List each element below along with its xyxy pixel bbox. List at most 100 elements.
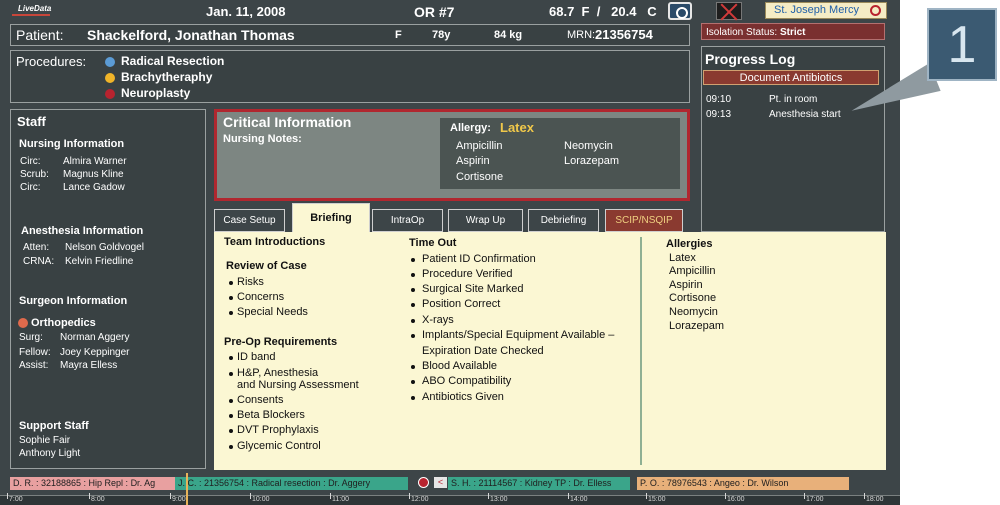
nursing-notes-label: Nursing Notes: — [223, 133, 302, 145]
bullet-icon — [229, 311, 233, 315]
staff-role: Circ: — [20, 182, 41, 193]
patient-bar: Patient: Shackelford, Jonathan Thomas F … — [10, 24, 690, 46]
isolation-value: Strict — [779, 27, 806, 38]
allergy-list-item: Ampicillin — [669, 265, 716, 277]
bullet-icon — [229, 356, 233, 360]
room-temperature: 68.7 F / 20.4 C — [549, 4, 657, 19]
mrn-label: MRN: — [567, 29, 596, 41]
staff-name: Nelson Goldvogel — [65, 242, 144, 253]
preop-item: H&P, Anesthesia — [237, 367, 319, 379]
support-title: Support Staff — [19, 420, 89, 432]
procedure-1-dot-icon — [105, 57, 115, 67]
case-bar[interactable]: S. H. : 21114567 : Kidney TP : Dr. Elles… — [448, 477, 630, 490]
isolation-status: Isolation Status: Strict — [701, 23, 885, 40]
allergy-list-item: Cortisone — [669, 292, 717, 304]
staff-role: Scrub: — [20, 169, 49, 180]
procedure-2-dot-icon — [105, 73, 115, 83]
no-alerts-icon[interactable] — [716, 2, 742, 20]
patient-label: Patient: — [16, 27, 64, 43]
isolation-label: Isolation Status: — [706, 27, 778, 38]
bullet-icon — [411, 288, 415, 292]
allergy-list-item: Latex — [669, 252, 696, 264]
allergy-item: Lorazepam — [564, 155, 620, 167]
timeout-item: Implants/Special Equipment Available – — [422, 329, 615, 341]
time-tick: 10:00 — [250, 493, 270, 503]
allergy-box: Allergy: Latex Ampicillin Neomycin Aspir… — [440, 118, 680, 189]
critical-title: Critical Information — [223, 114, 352, 130]
tab-briefing[interactable]: Briefing — [292, 203, 370, 232]
bullet-icon — [411, 334, 415, 338]
allergy-item: Cortisone — [456, 171, 504, 183]
bullet-icon — [229, 399, 233, 403]
timeout-item: Blood Available — [422, 360, 498, 372]
case-bar[interactable]: P. O. : 78976543 : Angeo : Dr. Wilson — [637, 477, 849, 490]
preop-item: ID band — [237, 351, 276, 363]
tab-intraop[interactable]: IntraOp — [372, 209, 443, 232]
tab-debriefing[interactable]: Debriefing — [528, 209, 599, 232]
timeout-item: ABO Compatibility — [422, 375, 512, 387]
allergies-title: Allergies — [666, 238, 713, 250]
bullet-icon — [411, 303, 415, 307]
time-tick: 14:00 — [568, 493, 588, 503]
progress-log-title: Progress Log — [705, 51, 796, 67]
allergy-item: Aspirin — [456, 155, 490, 167]
review-title: Review of Case — [226, 260, 307, 272]
timeout-title: Time Out — [409, 237, 457, 249]
bullet-icon — [229, 445, 233, 449]
staff-name: Magnus Kline — [63, 169, 124, 180]
tab-wrap-up[interactable]: Wrap Up — [448, 209, 523, 232]
timeout-item: Procedure Verified — [422, 268, 513, 280]
bullet-icon — [411, 365, 415, 369]
patient-name: Shackelford, Jonathan Thomas — [87, 27, 295, 43]
procedures-panel: Procedures: Radical Resection Brachyther… — [10, 50, 690, 103]
review-item: Concerns — [237, 291, 285, 303]
or-dashboard: LiveData Jan. 11, 2008 OR #7 68.7 F / 20… — [0, 0, 900, 505]
surgeon-specialty: Orthopedics — [31, 317, 96, 329]
logo-underline — [12, 14, 50, 16]
staff-title: Staff — [17, 114, 46, 129]
time-tick: 18:00 — [864, 493, 884, 503]
allergy-list-item: Lorazepam — [669, 320, 725, 332]
bullet-icon — [229, 372, 233, 376]
time-tick: 15:00 — [646, 493, 666, 503]
case-bar[interactable]: J. C. : 21356754 : Radical resection : D… — [175, 477, 408, 490]
staff-role: Surg: — [19, 332, 43, 343]
top-bar: LiveData Jan. 11, 2008 OR #7 68.7 F / 20… — [0, 0, 900, 24]
timeout-item: Patient ID Confirmation — [422, 253, 536, 265]
review-item: Special Needs — [237, 306, 308, 318]
procedures-label: Procedures: — [16, 54, 87, 69]
staff-role: CRNA: — [23, 256, 55, 267]
preop-item: DVT Prophylaxis — [237, 424, 319, 436]
procedure-2: Brachytheraphy — [121, 70, 213, 84]
staff-role: Circ: — [20, 156, 41, 167]
time-tick: 9:00 — [170, 493, 186, 503]
time-tick: 7:00 — [7, 493, 23, 503]
log-time: 09:13 — [706, 109, 732, 120]
time-tick: 12:00 — [409, 493, 429, 503]
bullet-icon — [229, 296, 233, 300]
document-antibiotics-button[interactable]: Document Antibiotics — [703, 70, 879, 85]
current-time-marker — [186, 473, 188, 505]
bullet-icon — [229, 414, 233, 418]
mrn-value: 21356754 — [595, 27, 653, 42]
bullet-icon — [411, 273, 415, 277]
operating-room: OR #7 — [414, 4, 455, 20]
callout-number: 1 — [927, 8, 997, 81]
case-bar[interactable]: D. R. : 32188865 : Hip Repl : Dr. Ag — [10, 477, 175, 490]
timeout-item: Position Correct — [422, 298, 501, 310]
procedure-3: Neuroplasty — [121, 86, 191, 100]
camera-icon[interactable] — [668, 2, 692, 20]
log-text: Pt. in room — [769, 94, 818, 105]
preop-title: Pre-Op Requirements — [224, 336, 338, 348]
staff-panel: Staff Nursing Information Circ: Almira W… — [10, 109, 206, 469]
patient-weight: 84 kg — [494, 29, 523, 41]
tab-scip-nsqip[interactable]: SCIP/NSQIP — [605, 209, 683, 232]
briefing-content: Team Introductions Review of Case Risks … — [214, 232, 886, 470]
alert-icon[interactable] — [418, 477, 429, 488]
tab-case-setup[interactable]: Case Setup — [214, 209, 285, 232]
hospital-logo-icon — [870, 5, 881, 16]
arrow-left-icon[interactable]: < — [434, 477, 447, 488]
log-time: 09:10 — [706, 94, 732, 105]
preop-item: Glycemic Control — [237, 440, 321, 452]
bullet-icon — [229, 429, 233, 433]
